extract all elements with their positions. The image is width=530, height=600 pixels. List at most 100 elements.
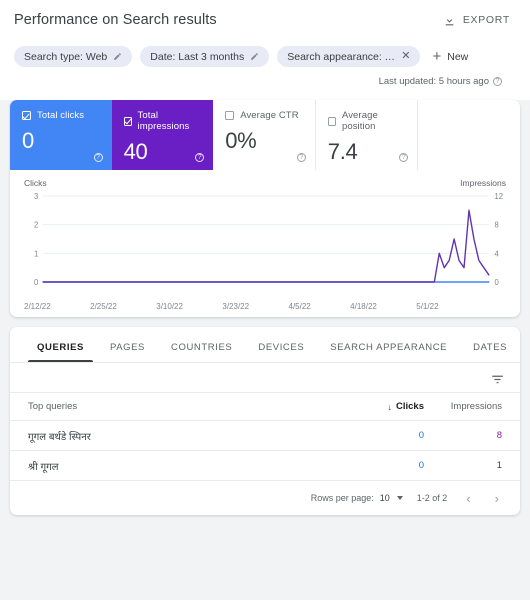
search-console-performance-page: Performance on Search results EXPORT Sea…	[0, 0, 530, 600]
metric-value: 0%	[225, 128, 303, 154]
table-filter-row	[10, 363, 520, 393]
last-updated: Last updated: 5 hours ago ?	[14, 67, 516, 96]
filter-chip-label: Search appearance: Translat...	[287, 51, 395, 63]
performance-card: Total clicks 0 ? Total impressions 40 ? …	[10, 100, 520, 317]
tab-queries[interactable]: QUERIES	[24, 342, 97, 362]
help-icon[interactable]: ?	[297, 153, 306, 162]
cell-impressions: 1	[424, 460, 502, 471]
svg-text:1: 1	[34, 249, 38, 258]
metric-label: Total impressions	[138, 110, 202, 132]
chevron-right-icon[interactable]: ›	[490, 492, 504, 505]
column-header-query: Top queries	[28, 401, 350, 412]
add-filter-button[interactable]: + New	[428, 49, 472, 64]
svg-text:8: 8	[495, 221, 500, 230]
x-tick: 4/5/22	[289, 302, 311, 311]
metric-card-empty	[418, 100, 520, 170]
chevron-left-icon[interactable]: ‹	[461, 492, 475, 505]
tab-dates[interactable]: DATES	[460, 342, 520, 362]
checkbox-icon[interactable]	[124, 117, 132, 126]
sort-desc-arrow-icon: ↓	[388, 402, 393, 412]
tab-devices[interactable]: DEVICES	[245, 342, 317, 362]
svg-text:12: 12	[495, 192, 504, 201]
chart-x-axis-ticks: 2/12/22 2/25/22 3/10/22 3/23/22 4/5/22 4…	[22, 300, 508, 311]
chart-svg: 312281400	[22, 190, 508, 300]
checkbox-icon[interactable]	[225, 111, 234, 120]
chart-axis-titles: Clicks Impressions	[22, 178, 508, 190]
metric-header: Total impressions	[124, 110, 202, 132]
dimension-table-card: QUERIES PAGES COUNTRIES DEVICES SEARCH A…	[10, 327, 520, 515]
filter-chip-search-appearance[interactable]: Search appearance: Translat... ✕	[277, 46, 420, 67]
x-tick: 2/25/22	[90, 302, 117, 311]
table-row[interactable]: गूगल बर्थडे स्पिनर 0 8	[10, 421, 520, 451]
help-icon[interactable]: ?	[94, 153, 103, 162]
checkbox-icon[interactable]	[22, 111, 31, 120]
svg-text:0: 0	[495, 278, 500, 287]
cell-clicks: 0	[350, 460, 424, 471]
export-label: EXPORT	[463, 14, 510, 26]
svg-text:2: 2	[34, 221, 38, 230]
table-header-row: Top queries ↓ Clicks Impressions	[10, 393, 520, 421]
chevron-down-icon	[397, 496, 403, 500]
column-header-clicks[interactable]: ↓ Clicks	[350, 401, 424, 412]
help-icon[interactable]: ?	[399, 153, 408, 162]
svg-text:4: 4	[495, 249, 500, 258]
filter-icon[interactable]	[491, 372, 504, 383]
metric-value: 0	[22, 128, 100, 154]
page-header: Performance on Search results EXPORT	[0, 0, 530, 40]
chart-right-axis-label: Impressions	[460, 178, 506, 188]
rows-per-page-value: 10	[380, 493, 390, 503]
metric-label: Average position	[342, 110, 405, 132]
filter-chip-list: Search type: Web Date: Last 3 months Sea…	[14, 46, 516, 67]
column-header-clicks-label: Clicks	[396, 401, 424, 412]
column-header-impressions[interactable]: Impressions	[424, 401, 502, 412]
tab-countries[interactable]: COUNTRIES	[158, 342, 245, 362]
svg-text:0: 0	[34, 278, 39, 287]
metric-header: Total clicks	[22, 110, 100, 121]
performance-chart: Clicks Impressions 312281400 2/12/22 2/2…	[10, 170, 520, 317]
last-updated-text: Last updated: 5 hours ago	[379, 76, 489, 87]
tab-pages[interactable]: PAGES	[97, 342, 158, 362]
metric-label: Average CTR	[240, 110, 298, 121]
page-title: Performance on Search results	[14, 12, 217, 28]
metric-value: 7.4	[328, 139, 406, 165]
dimension-tabs: QUERIES PAGES COUNTRIES DEVICES SEARCH A…	[10, 327, 520, 363]
metric-card-total-clicks[interactable]: Total clicks 0 ?	[10, 100, 112, 170]
metric-value: 40	[124, 139, 202, 165]
metric-card-average-ctr[interactable]: Average CTR 0% ?	[213, 100, 316, 170]
metric-header: Average position	[328, 110, 406, 132]
cell-query: गूगल बर्थडे स्पिनर	[28, 429, 350, 443]
filter-chip-label: Search type: Web	[24, 51, 107, 63]
metric-label: Total clicks	[37, 110, 84, 121]
help-icon[interactable]: ?	[195, 153, 204, 162]
tab-search-appearance[interactable]: SEARCH APPEARANCE	[317, 342, 460, 362]
pagination-range: 1-2 of 2	[417, 493, 448, 503]
help-icon[interactable]: ?	[493, 77, 502, 86]
x-tick: 2/12/22	[24, 302, 51, 311]
checkbox-icon[interactable]	[328, 117, 336, 126]
pencil-icon[interactable]	[250, 52, 259, 61]
table-row[interactable]: श्री गूगल 0 1	[10, 451, 520, 481]
rows-per-page-label: Rows per page:	[311, 493, 374, 503]
filter-chip-search-type[interactable]: Search type: Web	[14, 46, 132, 67]
table-pagination: Rows per page: 10 1-2 of 2 ‹ ›	[10, 481, 520, 515]
metric-header: Average CTR	[225, 110, 303, 121]
add-filter-label: New	[447, 51, 468, 63]
chart-plot-area[interactable]: 312281400	[22, 190, 508, 300]
metric-card-total-impressions[interactable]: Total impressions 40 ?	[112, 100, 214, 170]
close-icon[interactable]: ✕	[401, 51, 410, 62]
x-tick: 3/10/22	[156, 302, 183, 311]
pencil-icon[interactable]	[113, 52, 122, 61]
cell-impressions: 8	[424, 430, 502, 441]
metric-card-average-position[interactable]: Average position 7.4 ?	[316, 100, 419, 170]
x-tick: 3/23/22	[222, 302, 249, 311]
x-tick: 5/1/22	[416, 302, 438, 311]
cell-query: श्री गूगल	[28, 459, 350, 473]
rows-per-page-select[interactable]: 10	[380, 493, 403, 503]
metric-card-row: Total clicks 0 ? Total impressions 40 ? …	[10, 100, 520, 170]
filter-chip-date[interactable]: Date: Last 3 months	[140, 46, 269, 67]
svg-text:3: 3	[34, 192, 39, 201]
cell-clicks: 0	[350, 430, 424, 441]
chart-left-axis-label: Clicks	[24, 178, 47, 188]
export-button[interactable]: EXPORT	[437, 10, 516, 31]
download-icon	[443, 14, 456, 27]
